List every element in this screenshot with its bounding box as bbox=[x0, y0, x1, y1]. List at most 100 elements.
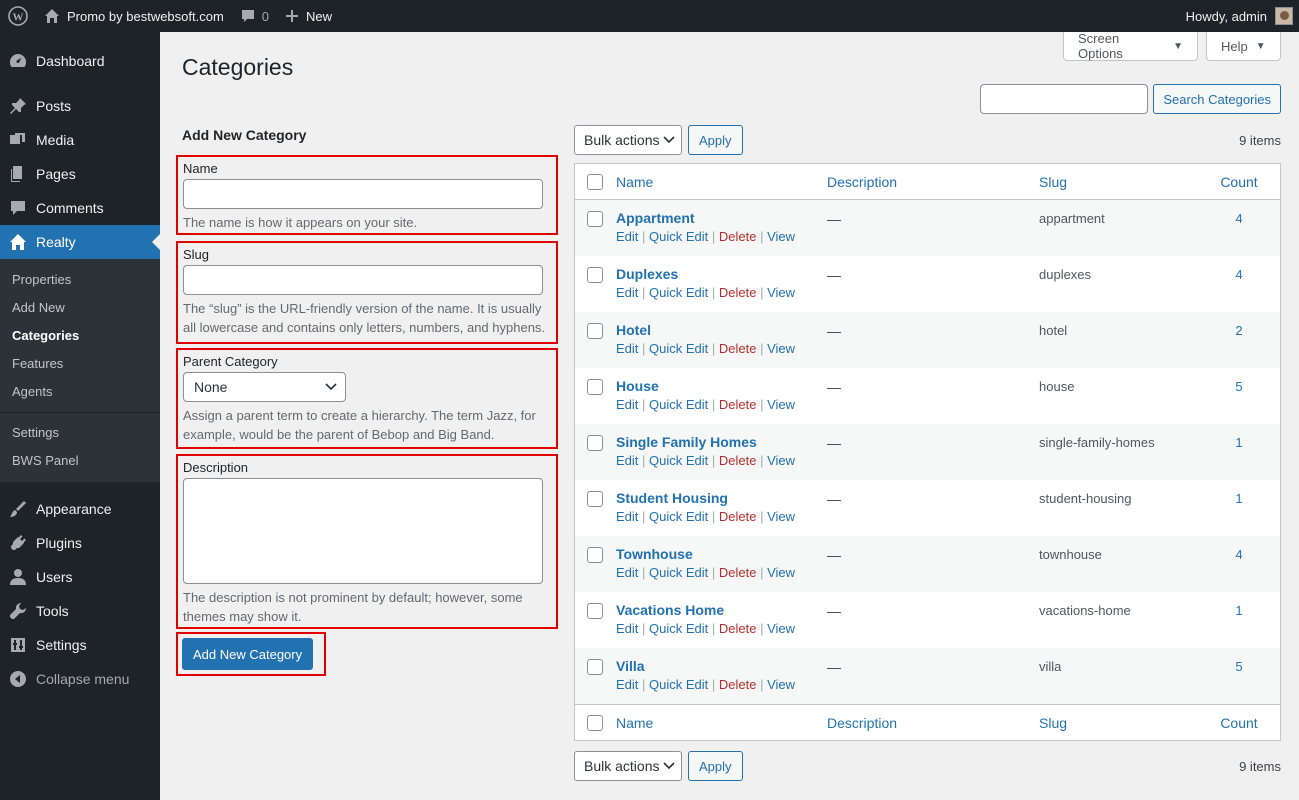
menu-users[interactable]: Users bbox=[0, 560, 160, 594]
category-count-link[interactable]: 1 bbox=[1199, 602, 1279, 618]
category-count-link[interactable]: 5 bbox=[1199, 378, 1279, 394]
column-count-header[interactable]: Count bbox=[1199, 174, 1279, 190]
quick-edit-link[interactable]: Quick Edit bbox=[649, 677, 708, 692]
category-name-link[interactable]: Townhouse bbox=[616, 546, 827, 562]
comments-link[interactable]: 0 bbox=[232, 0, 277, 32]
bulk-actions-select-bottom[interactable]: Bulk actions bbox=[574, 751, 682, 781]
submenu-features[interactable]: Features bbox=[0, 350, 160, 378]
category-count-link[interactable]: 1 bbox=[1199, 434, 1279, 450]
wordpress-logo-icon[interactable]: W bbox=[0, 0, 36, 32]
select-all-checkbox-footer[interactable] bbox=[587, 714, 603, 731]
view-link[interactable]: View bbox=[767, 341, 795, 356]
submenu-bws-panel[interactable]: BWS Panel bbox=[0, 447, 160, 475]
menu-realty[interactable]: Realty bbox=[0, 225, 160, 259]
submenu-add-new[interactable]: Add New bbox=[0, 294, 160, 322]
apply-button-bottom[interactable]: Apply bbox=[688, 751, 743, 781]
name-input[interactable] bbox=[183, 179, 543, 209]
row-checkbox[interactable] bbox=[587, 379, 603, 395]
category-name-link[interactable]: House bbox=[616, 378, 827, 394]
category-name-link[interactable]: Hotel bbox=[616, 322, 827, 338]
submenu-properties[interactable]: Properties bbox=[0, 266, 160, 294]
screen-options-button[interactable]: Screen Options ▼ bbox=[1063, 31, 1198, 61]
view-link[interactable]: View bbox=[767, 453, 795, 468]
row-checkbox[interactable] bbox=[587, 659, 603, 675]
column-slug-footer[interactable]: Slug bbox=[1039, 715, 1199, 731]
row-checkbox[interactable] bbox=[587, 211, 603, 227]
menu-plugins[interactable]: Plugins bbox=[0, 526, 160, 560]
category-count-link[interactable]: 1 bbox=[1199, 490, 1279, 506]
edit-link[interactable]: Edit bbox=[616, 285, 638, 300]
category-name-link[interactable]: Appartment bbox=[616, 210, 827, 226]
help-button[interactable]: Help ▼ bbox=[1206, 32, 1281, 61]
view-link[interactable]: View bbox=[767, 285, 795, 300]
delete-link[interactable]: Delete bbox=[719, 621, 757, 636]
submenu-settings[interactable]: Settings bbox=[0, 419, 160, 447]
site-name-link[interactable]: Promo by bestwebsoft.com bbox=[36, 0, 232, 32]
view-link[interactable]: View bbox=[767, 621, 795, 636]
column-name-header[interactable]: Name bbox=[615, 174, 827, 190]
my-account-link[interactable]: Howdy, admin bbox=[1178, 0, 1299, 32]
view-link[interactable]: View bbox=[767, 509, 795, 524]
menu-pages[interactable]: Pages bbox=[0, 157, 160, 191]
category-count-link[interactable]: 4 bbox=[1199, 210, 1279, 226]
category-name-link[interactable]: Villa bbox=[616, 658, 827, 674]
column-slug-header[interactable]: Slug bbox=[1039, 174, 1199, 190]
edit-link[interactable]: Edit bbox=[616, 229, 638, 244]
delete-link[interactable]: Delete bbox=[719, 229, 757, 244]
view-link[interactable]: View bbox=[767, 229, 795, 244]
search-categories-button[interactable]: Search Categories bbox=[1153, 84, 1281, 114]
view-link[interactable]: View bbox=[767, 565, 795, 580]
delete-link[interactable]: Delete bbox=[719, 397, 757, 412]
row-checkbox[interactable] bbox=[587, 547, 603, 563]
delete-link[interactable]: Delete bbox=[719, 509, 757, 524]
menu-collapse[interactable]: Collapse menu bbox=[0, 662, 160, 696]
column-description-footer[interactable]: Description bbox=[827, 715, 1039, 731]
edit-link[interactable]: Edit bbox=[616, 565, 638, 580]
category-name-link[interactable]: Single Family Homes bbox=[616, 434, 827, 450]
new-content-link[interactable]: New bbox=[277, 0, 340, 32]
select-all-checkbox[interactable] bbox=[587, 173, 603, 190]
quick-edit-link[interactable]: Quick Edit bbox=[649, 453, 708, 468]
quick-edit-link[interactable]: Quick Edit bbox=[649, 341, 708, 356]
menu-media[interactable]: Media bbox=[0, 123, 160, 157]
view-link[interactable]: View bbox=[767, 677, 795, 692]
add-new-category-button[interactable]: Add New Category bbox=[182, 638, 314, 670]
menu-settings[interactable]: Settings bbox=[0, 628, 160, 662]
parent-category-select[interactable]: None bbox=[183, 372, 346, 402]
row-checkbox[interactable] bbox=[587, 323, 603, 339]
submenu-agents[interactable]: Agents bbox=[0, 378, 160, 406]
edit-link[interactable]: Edit bbox=[616, 453, 638, 468]
apply-button[interactable]: Apply bbox=[688, 125, 743, 155]
bulk-actions-select[interactable]: Bulk actions bbox=[574, 125, 682, 155]
menu-tools[interactable]: Tools bbox=[0, 594, 160, 628]
delete-link[interactable]: Delete bbox=[719, 341, 757, 356]
quick-edit-link[interactable]: Quick Edit bbox=[649, 229, 708, 244]
delete-link[interactable]: Delete bbox=[719, 677, 757, 692]
menu-appearance[interactable]: Appearance bbox=[0, 492, 160, 526]
category-count-link[interactable]: 4 bbox=[1199, 266, 1279, 282]
edit-link[interactable]: Edit bbox=[616, 341, 638, 356]
edit-link[interactable]: Edit bbox=[616, 677, 638, 692]
row-checkbox[interactable] bbox=[587, 491, 603, 507]
delete-link[interactable]: Delete bbox=[719, 565, 757, 580]
quick-edit-link[interactable]: Quick Edit bbox=[649, 285, 708, 300]
category-count-link[interactable]: 2 bbox=[1199, 322, 1279, 338]
menu-posts[interactable]: Posts bbox=[0, 89, 160, 123]
quick-edit-link[interactable]: Quick Edit bbox=[649, 397, 708, 412]
menu-comments[interactable]: Comments bbox=[0, 191, 160, 225]
column-description-header[interactable]: Description bbox=[827, 174, 1039, 190]
row-checkbox[interactable] bbox=[587, 603, 603, 619]
slug-input[interactable] bbox=[183, 265, 543, 295]
menu-dashboard[interactable]: Dashboard bbox=[0, 44, 160, 78]
description-textarea[interactable] bbox=[183, 478, 543, 584]
category-count-link[interactable]: 5 bbox=[1199, 658, 1279, 674]
category-count-link[interactable]: 4 bbox=[1199, 546, 1279, 562]
delete-link[interactable]: Delete bbox=[719, 285, 757, 300]
category-name-link[interactable]: Vacations Home bbox=[616, 602, 827, 618]
column-name-footer[interactable]: Name bbox=[615, 715, 827, 731]
row-checkbox[interactable] bbox=[587, 267, 603, 283]
search-input[interactable] bbox=[980, 84, 1149, 114]
category-name-link[interactable]: Duplexes bbox=[616, 266, 827, 282]
edit-link[interactable]: Edit bbox=[616, 621, 638, 636]
edit-link[interactable]: Edit bbox=[616, 397, 638, 412]
